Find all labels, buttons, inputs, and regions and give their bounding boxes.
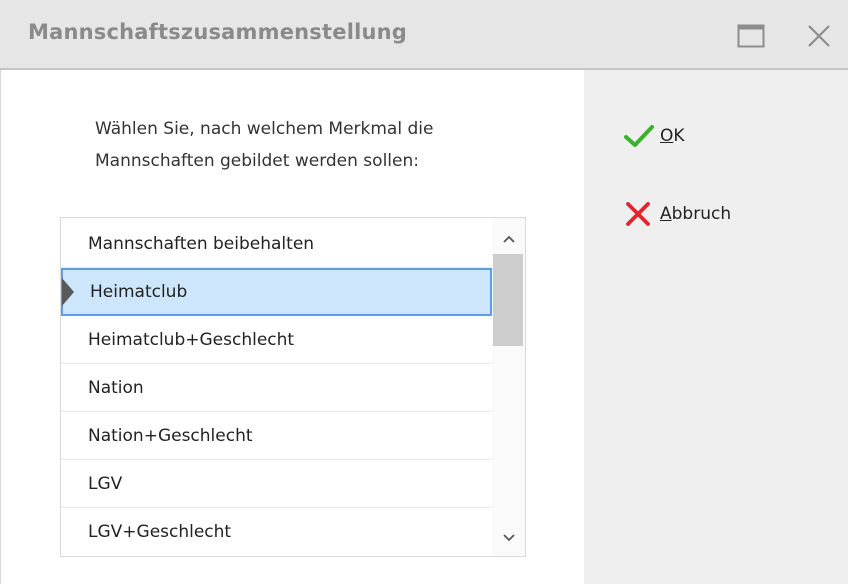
- close-button[interactable]: [804, 22, 834, 50]
- close-icon: [808, 25, 830, 47]
- list-item[interactable]: Heimatclub+Geschlecht: [61, 316, 492, 364]
- cancel-label: Abbruch: [660, 204, 732, 224]
- instruction-line-1: Wählen Sie, nach welchem Merkmal die: [95, 119, 434, 139]
- x-icon: [624, 200, 660, 228]
- scroll-up-button[interactable]: [492, 224, 525, 254]
- window-title: Mannschaftszusammenstellung: [28, 20, 408, 44]
- list-item[interactable]: Nation: [61, 364, 492, 412]
- maximize-button[interactable]: [736, 22, 766, 50]
- current-row-marker-icon: [62, 278, 74, 306]
- maximize-icon: [737, 24, 765, 48]
- grouping-options-list[interactable]: Mannschaften beibehalten Heimatclub Heim…: [60, 217, 526, 557]
- ok-button[interactable]: OK: [624, 122, 685, 150]
- list-item-label: LGV+Geschlecht: [88, 522, 232, 542]
- title-bar: Mannschaftszusammenstellung: [0, 0, 848, 70]
- checkmark-icon: [624, 122, 660, 150]
- list-item-label: Heimatclub+Geschlecht: [88, 330, 295, 350]
- list-item[interactable]: Nation+Geschlecht: [61, 412, 492, 460]
- list-item-label: Heimatclub: [90, 282, 188, 302]
- list-items: Mannschaften beibehalten Heimatclub Heim…: [61, 218, 492, 556]
- scroll-down-button[interactable]: [492, 523, 525, 553]
- scroll-thumb[interactable]: [493, 254, 523, 346]
- list-item[interactable]: LGV+Geschlecht: [61, 508, 492, 556]
- ok-label: OK: [660, 126, 685, 146]
- instruction-text: Wählen Sie, nach welchem Merkmal die Man…: [95, 113, 535, 177]
- cancel-button[interactable]: Abbruch: [624, 200, 731, 228]
- chevron-up-icon: [503, 235, 515, 243]
- list-item-label: Mannschaften beibehalten: [88, 234, 315, 254]
- list-item[interactable]: LGV: [61, 460, 492, 508]
- vertical-scrollbar[interactable]: [492, 218, 525, 556]
- instruction-line-2: Mannschaften gebildet werden sollen:: [95, 151, 419, 171]
- list-item-label: LGV: [88, 474, 123, 494]
- chevron-down-icon: [503, 534, 515, 542]
- list-item-selected[interactable]: Heimatclub: [61, 268, 492, 316]
- list-item-label: Nation: [88, 378, 144, 398]
- list-item-label: Nation+Geschlecht: [88, 426, 253, 446]
- list-item[interactable]: Mannschaften beibehalten: [61, 218, 492, 268]
